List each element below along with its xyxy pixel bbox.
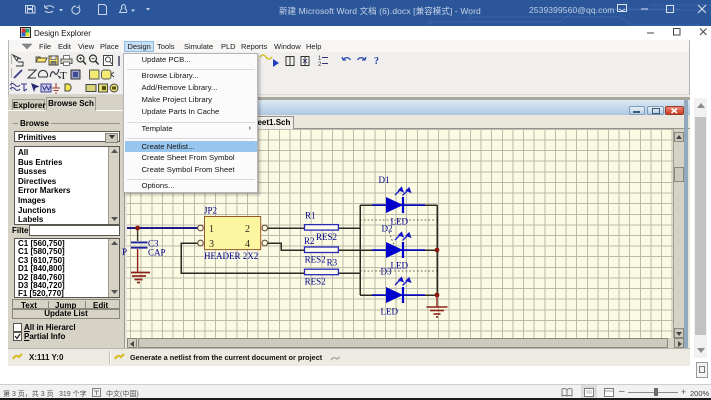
svg-text:RES2: RES2 bbox=[305, 255, 326, 265]
svg-text:RES2: RES2 bbox=[316, 232, 337, 242]
svg-text:LED: LED bbox=[391, 261, 409, 271]
svg-text:1: 1 bbox=[209, 224, 214, 235]
svg-text:D3: D3 bbox=[381, 267, 392, 277]
svg-text:?: ? bbox=[374, 56, 379, 67]
svg-text:HEADER 2X2: HEADER 2X2 bbox=[204, 251, 258, 261]
svg-text:R2: R2 bbox=[304, 236, 315, 246]
svg-text:RES2: RES2 bbox=[305, 277, 326, 287]
svg-text:R3: R3 bbox=[327, 258, 338, 268]
svg-text:D2: D2 bbox=[382, 224, 393, 234]
svg-text:LED: LED bbox=[381, 307, 399, 317]
svg-text:2: 2 bbox=[245, 224, 250, 235]
svg-text:D1: D1 bbox=[379, 175, 390, 185]
svg-text:T: T bbox=[60, 70, 67, 82]
svg-text:JP2: JP2 bbox=[204, 206, 217, 216]
svg-text:LED: LED bbox=[391, 217, 409, 227]
svg-text:3: 3 bbox=[209, 239, 214, 250]
svg-text:R1: R1 bbox=[305, 211, 316, 221]
svg-text:CAP: CAP bbox=[148, 248, 166, 258]
svg-text:2: 2 bbox=[318, 62, 322, 68]
svg-text:4: 4 bbox=[245, 239, 250, 250]
